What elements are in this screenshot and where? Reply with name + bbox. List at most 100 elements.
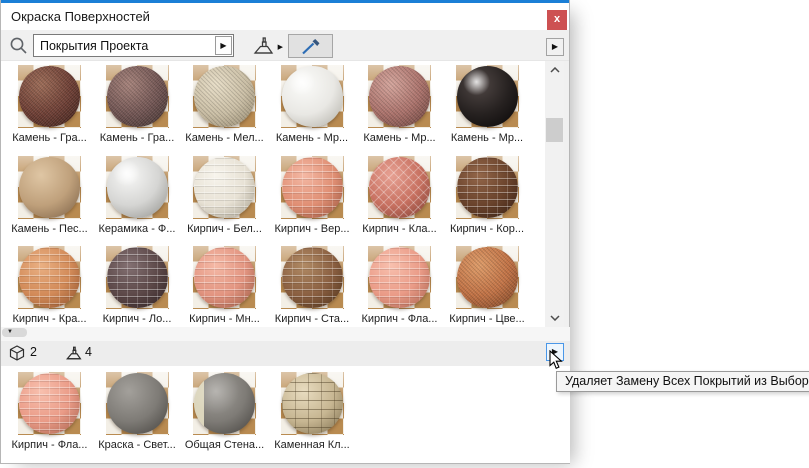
surface-tile-label: Кирпич - Мн... — [181, 313, 269, 325]
surface-tile[interactable]: Кирпич - Фла... — [356, 246, 444, 327]
surface-tile[interactable]: Кирпич - Фла... — [6, 372, 94, 454]
surface-tile[interactable]: Кирпич - Кла... — [356, 156, 444, 238]
surface-tile-label: Кирпич - Ло... — [93, 313, 181, 325]
material-preview — [106, 246, 169, 309]
material-sphere — [369, 66, 430, 127]
surface-tile[interactable]: Кирпич - Мн... — [181, 246, 269, 327]
material-preview — [18, 372, 81, 435]
surface-tile[interactable]: Камень - Мр... — [443, 65, 531, 147]
splitter-collapse-icon: ▼ — [7, 329, 13, 336]
chevron-down-icon — [550, 315, 560, 321]
surface-tile-label: Кирпич - Кра... — [6, 313, 94, 325]
surface-list-top: Камень - Гра...Камень - Гра...Камень - М… — [1, 61, 545, 327]
material-sphere — [107, 247, 168, 308]
material-sphere — [19, 157, 80, 218]
window-title: Окраска Поверхностей — [11, 3, 150, 30]
splitter: ▼ — [1, 327, 570, 341]
surface-tile-label: Общая Стена... — [181, 439, 269, 451]
surface-tile[interactable]: Камень - Пес... — [6, 156, 94, 238]
material-sphere — [19, 247, 80, 308]
material-sphere — [194, 373, 255, 434]
surface-tile-label: Кирпич - Фла... — [6, 439, 94, 451]
surface-tile-label: Кирпич - Кла... — [356, 223, 444, 235]
surface-tile-label: Кирпич - Ста... — [268, 313, 356, 325]
surface-tile[interactable]: Кирпич - Кра... — [6, 246, 94, 327]
mouse-cursor — [549, 350, 564, 376]
surface-tile[interactable]: Кирпич - Бел... — [181, 156, 269, 238]
surface-tile-label: Камень - Мр... — [268, 132, 356, 144]
surface-tile[interactable]: Кирпич - Ло... — [93, 246, 181, 327]
toolbar-flyout-button[interactable]: ▶ — [546, 38, 564, 56]
surface-tile[interactable]: Камень - Мр... — [268, 65, 356, 147]
surface-tile-label: Камень - Мел... — [181, 132, 269, 144]
surface-catalog-input[interactable] — [34, 35, 214, 56]
material-sphere — [107, 373, 168, 434]
paintbrush-icon — [252, 45, 278, 60]
catalog-dropdown-button[interactable]: ▶ — [215, 36, 232, 55]
surface-tile-label: Кирпич - Бел... — [181, 223, 269, 235]
surface-tile-label: Камень - Пес... — [6, 223, 94, 235]
scrollbar[interactable] — [545, 61, 564, 327]
surface-tile[interactable]: Кирпич - Вер... — [268, 156, 356, 238]
surface-tile[interactable]: Кирпич - Цве... — [443, 246, 531, 327]
surface-tile-label: Кирпич - Вер... — [268, 223, 356, 235]
material-sphere — [369, 247, 430, 308]
material-preview — [106, 156, 169, 219]
surface-tile[interactable]: Кирпич - Ста... — [268, 246, 356, 327]
surfaces-count: 4 — [85, 345, 92, 359]
toolbar: ▶ ▶ ▶ — [1, 30, 569, 61]
surface-tile[interactable]: Каменная Кл... — [268, 372, 356, 454]
material-preview — [18, 65, 81, 128]
material-sphere — [282, 373, 343, 434]
material-sphere — [282, 66, 343, 127]
surface-tile[interactable]: Кирпич - Кор... — [443, 156, 531, 238]
chevron-up-icon — [550, 67, 560, 73]
material-sphere — [282, 157, 343, 218]
material-preview — [18, 246, 81, 309]
paint-mode-button[interactable]: ▶ — [247, 34, 283, 58]
scrollbar-down-button[interactable] — [545, 309, 564, 327]
search-icon — [9, 36, 28, 60]
selected-elements-icon — [9, 345, 25, 366]
material-preview — [18, 156, 81, 219]
surface-tile[interactable]: Краска - Свет... — [93, 372, 181, 454]
material-preview — [368, 65, 431, 128]
surfaces-count-icon — [65, 344, 85, 367]
material-sphere — [194, 247, 255, 308]
title-bar[interactable]: Окраска Поверхностей x — [1, 3, 569, 30]
splitter-handle[interactable]: ▼ — [2, 328, 27, 337]
material-preview — [456, 246, 519, 309]
material-preview — [193, 372, 256, 435]
scrollbar-up-button[interactable] — [545, 61, 564, 79]
surface-tile[interactable]: Камень - Гра... — [93, 65, 181, 147]
surface-tile[interactable]: Камень - Мр... — [356, 65, 444, 147]
material-sphere — [282, 247, 343, 308]
close-button[interactable]: x — [547, 10, 567, 30]
scrollbar-thumb[interactable] — [546, 118, 563, 142]
surface-tile-label: Керамика - Ф... — [93, 223, 181, 235]
surface-tile-label: Каменная Кл... — [268, 439, 356, 451]
surface-tile-label: Кирпич - Фла... — [356, 313, 444, 325]
material-preview — [281, 372, 344, 435]
material-sphere — [194, 157, 255, 218]
surface-painting-window: Окраска Поверхностей x ▶ ▶ — [0, 0, 570, 464]
material-preview — [368, 156, 431, 219]
eyedropper-icon — [300, 38, 322, 56]
selection-counters-bar: 2 4 ▶ — [1, 341, 570, 366]
surface-tile[interactable]: Керамика - Ф... — [93, 156, 181, 238]
material-preview — [193, 156, 256, 219]
material-sphere — [19, 373, 80, 434]
material-preview — [193, 65, 256, 128]
material-preview — [368, 246, 431, 309]
material-preview — [106, 65, 169, 128]
surface-tile[interactable]: Камень - Мел... — [181, 65, 269, 147]
material-sphere — [369, 157, 430, 218]
surface-tile-label: Камень - Гра... — [93, 132, 181, 144]
surface-tile-label: Краска - Свет... — [93, 439, 181, 451]
surface-tile[interactable]: Общая Стена... — [181, 372, 269, 454]
surface-tile[interactable]: Камень - Гра... — [6, 65, 94, 147]
eyedropper-button[interactable] — [288, 34, 333, 58]
surface-catalog-combo[interactable]: ▶ — [33, 34, 234, 57]
material-sphere — [457, 66, 518, 127]
surface-list-bottom: Кирпич - Фла...Краска - Свет...Общая Сте… — [1, 366, 570, 463]
